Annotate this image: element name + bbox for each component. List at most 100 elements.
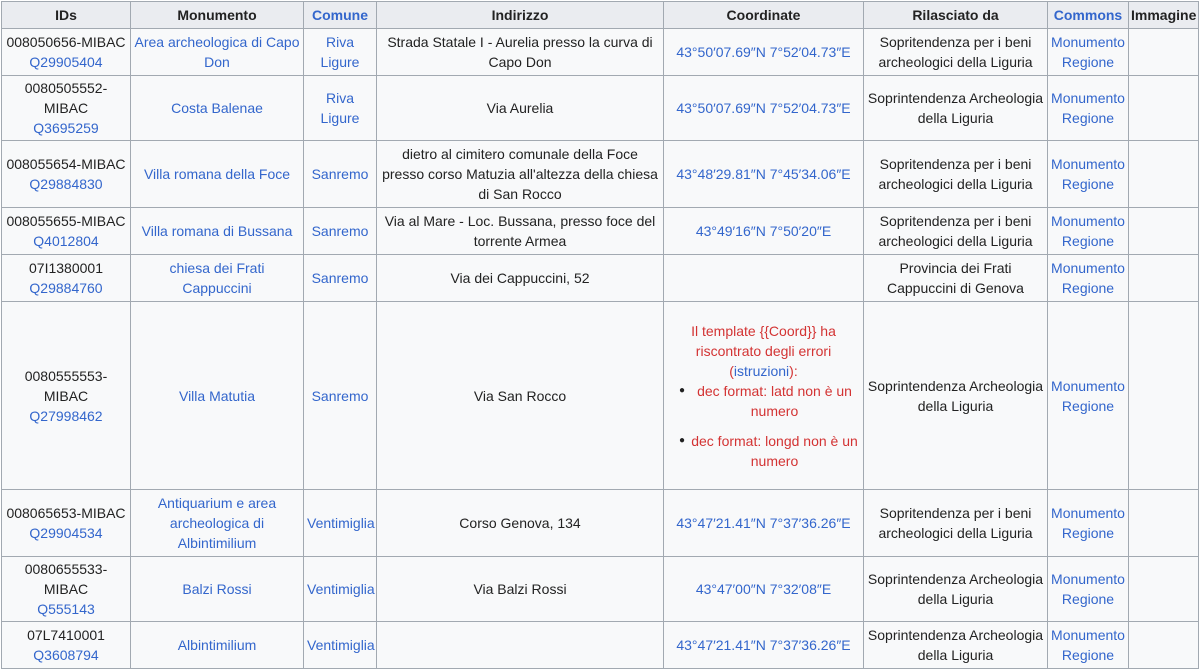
monument-link[interactable]: Area archeologica di Capo Don <box>135 34 300 70</box>
commons-regione-link[interactable]: Regione <box>1051 174 1125 194</box>
comune-link[interactable]: Sanremo <box>312 223 369 239</box>
monument-link[interactable]: Costa Balenae <box>171 100 263 116</box>
coordinates-link[interactable]: 43°47′21.41″N 7°37′36.26″E <box>676 637 850 653</box>
monument-link[interactable]: Villa romana di Bussana <box>142 223 293 239</box>
cell-indirizzo: Strada Statale I - Aurelia presso la cur… <box>376 28 664 76</box>
header-coordinate[interactable]: Coordinate <box>663 1 864 29</box>
cell-monumento: Villa romana della Foce <box>130 140 304 208</box>
coord-error-text-end: ): <box>789 362 798 379</box>
commons-regione-link[interactable]: Regione <box>1051 589 1125 609</box>
monument-link[interactable]: Antiquarium e area archeologica di Albin… <box>158 495 276 551</box>
cell-coordinate: 43°50′07.69″N 7°52′04.73″E <box>663 75 864 141</box>
header-monumento[interactable]: Monumento <box>130 1 304 29</box>
comune-link[interactable]: Ventimiglia <box>307 581 375 597</box>
cell-immagine <box>1128 207 1199 255</box>
coordinates-link[interactable]: 43°49′16″N 7°50′20″E <box>696 223 831 239</box>
cell-commons: Monumento Regione <box>1047 254 1129 302</box>
commons-monumento-link[interactable]: Monumento <box>1051 258 1125 278</box>
comune-link[interactable]: Sanremo <box>312 270 369 286</box>
table-row: 0080555553-MIBAC Q27998462 Villa Matutia Sa… <box>1 301 1199 490</box>
commons-monumento-link[interactable]: Monumento <box>1051 88 1125 108</box>
header-rilasciato[interactable]: Rilasciato da <box>863 1 1048 29</box>
header-ids[interactable]: IDs <box>1 1 131 29</box>
cell-commons: Monumento Regione <box>1047 28 1129 76</box>
header-immagine[interactable]: Immagine <box>1128 1 1199 29</box>
coordinates-link[interactable]: 43°47′00″N 7°32′08″E <box>696 581 831 597</box>
header-comune[interactable]: Comune <box>303 1 377 29</box>
header-commons[interactable]: Commons <box>1047 1 1129 29</box>
cell-ids: 008050656-MIBAC Q29905404 <box>1 28 131 76</box>
commons-monumento-link[interactable]: Monumento <box>1051 569 1125 589</box>
header-indirizzo[interactable]: Indirizzo <box>376 1 664 29</box>
commons-regione-link[interactable]: Regione <box>1051 52 1125 72</box>
wikidata-link[interactable]: Q4012804 <box>5 231 127 251</box>
wikidata-link[interactable]: Q29905404 <box>5 52 127 72</box>
cell-rilasciato: Soprintendenza Archeologia della Liguria <box>863 301 1048 490</box>
monument-link[interactable]: chiesa dei Frati Cappuccini <box>170 260 265 296</box>
commons-regione-link[interactable]: Regione <box>1051 278 1125 298</box>
monument-link[interactable]: Balzi Rossi <box>182 581 251 597</box>
coordinates-link[interactable]: 43°48′29.81″N 7°45′34.06″E <box>676 166 850 182</box>
cell-comune: Riva Ligure <box>303 75 377 141</box>
coordinates-link[interactable]: 43°47′21.41″N 7°37′36.26″E <box>676 515 850 531</box>
wikidata-link[interactable]: Q27998462 <box>5 406 127 426</box>
cell-indirizzo <box>376 621 664 669</box>
comune-link[interactable]: Ventimiglia <box>307 637 375 653</box>
cell-coordinate: 43°47′00″N 7°32′08″E <box>663 556 864 622</box>
cell-indirizzo: Via al Mare - Loc. Bussana, presso foce … <box>376 207 664 255</box>
cell-commons: Monumento Regione <box>1047 556 1129 622</box>
monument-id: 008055654-MIBAC <box>6 156 126 172</box>
comune-link[interactable]: Sanremo <box>312 166 369 182</box>
coord-error-list: dec format: latd non è un numero dec form… <box>667 381 860 471</box>
cell-comune: Sanremo <box>303 301 377 490</box>
wikidata-link[interactable]: Q555143 <box>5 599 127 619</box>
monument-link[interactable]: Villa Matutia <box>179 388 255 404</box>
coord-error-item: dec format: latd non è un numero <box>679 381 860 421</box>
cell-indirizzo: Via San Rocco <box>376 301 664 490</box>
commons-regione-link[interactable]: Regione <box>1051 523 1125 543</box>
commons-monumento-link[interactable]: Monumento <box>1051 32 1125 52</box>
monument-id: 008050656-MIBAC <box>6 34 126 50</box>
commons-monumento-link[interactable]: Monumento <box>1051 503 1125 523</box>
monument-id: 008055655-MIBAC <box>6 213 126 229</box>
monument-link[interactable]: Villa romana della Foce <box>144 166 290 182</box>
cell-comune: Ventimiglia <box>303 556 377 622</box>
table-row: 008055655-MIBAC Q4012804 Villa romana di B… <box>1 207 1199 255</box>
cell-immagine <box>1128 556 1199 622</box>
cell-comune: Sanremo <box>303 140 377 208</box>
cell-immagine <box>1128 254 1199 302</box>
table-row: 008055654-MIBAC Q29884830 Villa romana del… <box>1 140 1199 208</box>
comune-link[interactable]: Ventimiglia <box>307 515 375 531</box>
commons-monumento-link[interactable]: Monumento <box>1051 376 1125 396</box>
table-row: 0080655533-MIBAC Q555143 Balzi Rossi Ventim… <box>1 556 1199 622</box>
cell-rilasciato: Sopritendenza per i beni archeologici de… <box>863 140 1048 208</box>
cell-monumento: Area archeologica di Capo Don <box>130 28 304 76</box>
cell-indirizzo: Via Balzi Rossi <box>376 556 664 622</box>
cell-rilasciato: Provincia dei Frati Cappuccini di Genova <box>863 254 1048 302</box>
comune-link[interactable]: Sanremo <box>312 388 369 404</box>
wikidata-link[interactable]: Q3695259 <box>5 118 127 138</box>
cell-commons: Monumento Regione <box>1047 621 1129 669</box>
wikidata-link[interactable]: Q29884830 <box>5 174 127 194</box>
monument-link[interactable]: Albintimilium <box>178 637 257 653</box>
table-row: 07I1380001 Q29884760 chiesa dei Frati Capp… <box>1 254 1199 302</box>
wikidata-link[interactable]: Q3608794 <box>5 645 127 665</box>
wikidata-link[interactable]: Q29884760 <box>5 278 127 298</box>
coordinates-link[interactable]: 43°50′07.69″N 7°52′04.73″E <box>676 100 850 116</box>
cell-ids: 008055654-MIBAC Q29884830 <box>1 140 131 208</box>
coordinates-link[interactable]: 43°50′07.69″N 7°52′04.73″E <box>676 44 850 60</box>
commons-regione-link[interactable]: Regione <box>1051 645 1125 665</box>
monument-id: 0080555553-MIBAC <box>24 367 108 404</box>
commons-regione-link[interactable]: Regione <box>1051 108 1125 128</box>
comune-link[interactable]: Riva Ligure <box>321 34 360 70</box>
comune-link[interactable]: Riva Ligure <box>321 90 360 126</box>
coord-error-help-link[interactable]: istruzioni <box>734 363 789 379</box>
cell-immagine <box>1128 301 1199 490</box>
commons-monumento-link[interactable]: Monumento <box>1051 154 1125 174</box>
commons-monumento-link[interactable]: Monumento <box>1051 625 1125 645</box>
commons-regione-link[interactable]: Regione <box>1051 231 1125 251</box>
commons-monumento-link[interactable]: Monumento <box>1051 211 1125 231</box>
commons-regione-link[interactable]: Regione <box>1051 396 1125 416</box>
wikidata-link[interactable]: Q29904534 <box>5 523 127 543</box>
cell-monumento: Albintimilium <box>130 621 304 669</box>
